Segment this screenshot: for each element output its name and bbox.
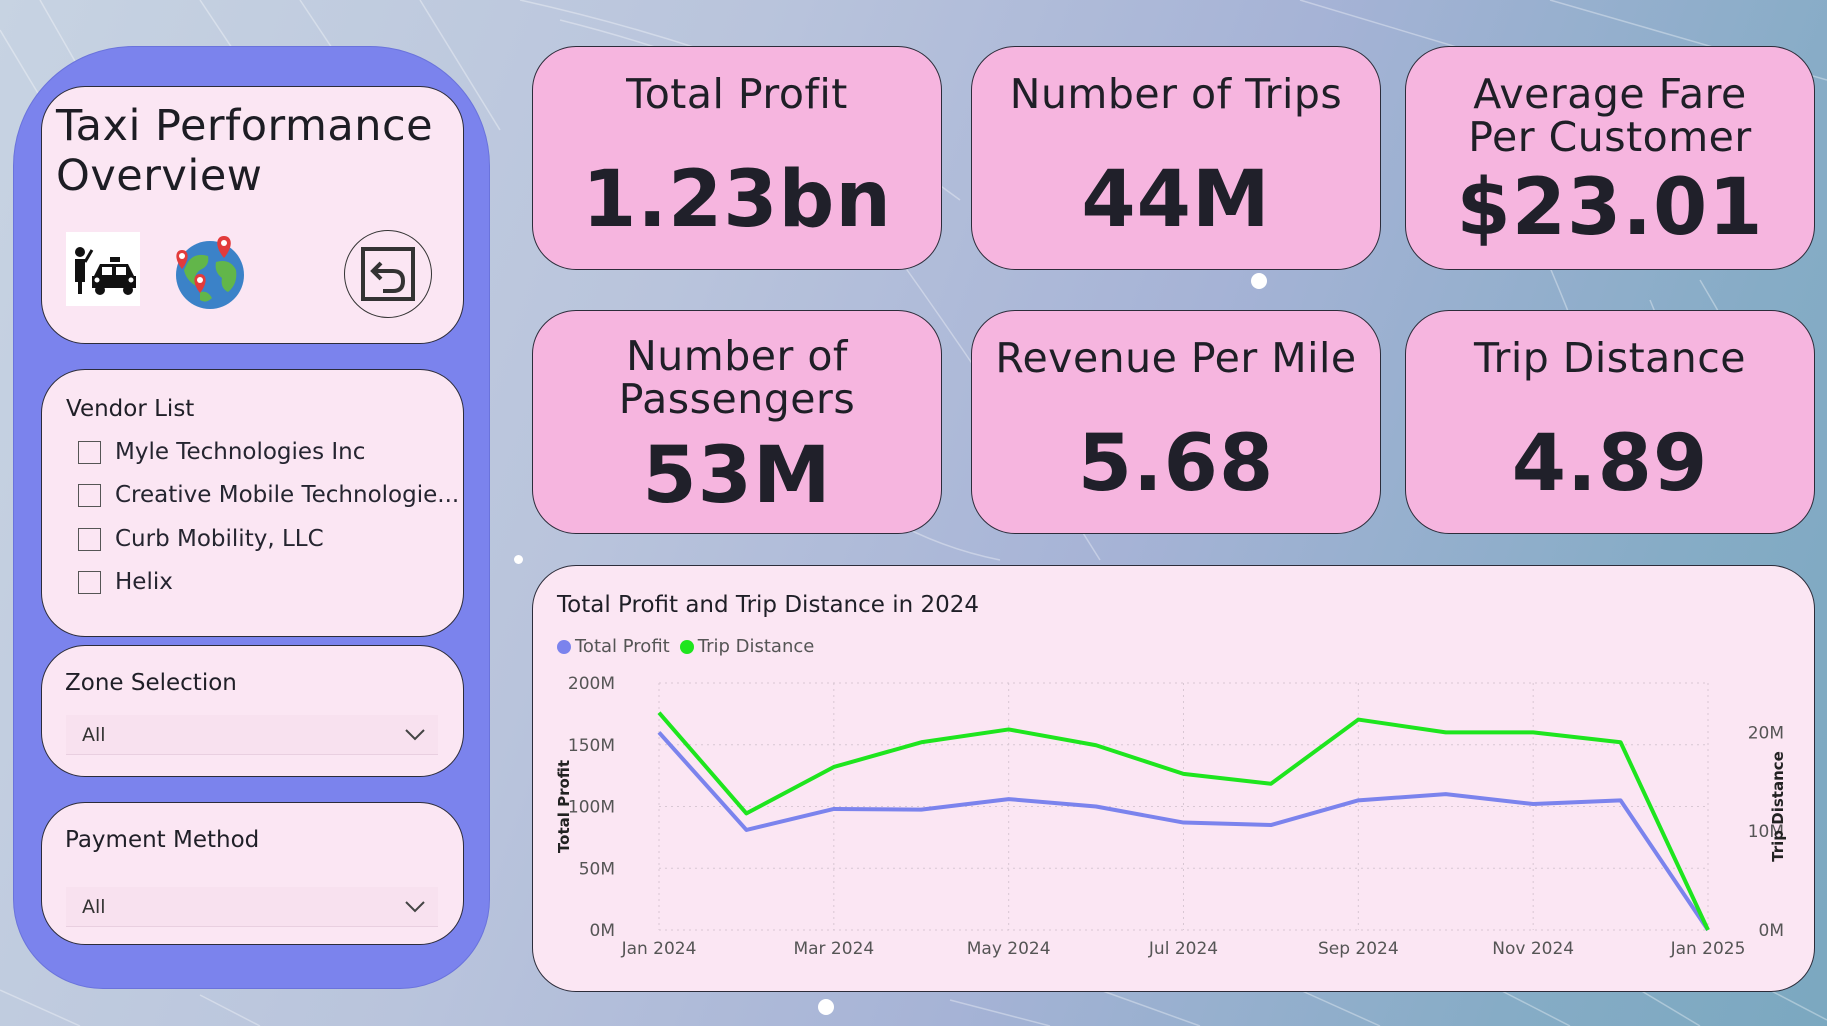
vendor-label: Curb Mobility, LLC (115, 526, 324, 552)
title-card: Taxi Performance Overview (41, 86, 464, 344)
globe-pins-icon[interactable] (170, 232, 250, 312)
checkbox[interactable] (78, 483, 101, 507)
y-tick-label: 100M (568, 798, 615, 818)
taxi-passenger-icon[interactable] (66, 232, 140, 306)
kpi-average-fare: Average Fare Per Customer $23.01 (1405, 46, 1815, 270)
vendor-option-curb[interactable]: Curb Mobility, LLC (78, 524, 324, 554)
x-tick-label: May 2024 (967, 939, 1051, 959)
payment-method-slicer: Payment Method All (41, 802, 464, 945)
y-tick-label: 150M (568, 736, 615, 756)
kpi-value: 53M (642, 431, 832, 521)
x-tick-label: Nov 2024 (1492, 939, 1574, 959)
x-tick-label: Jan 2024 (621, 939, 697, 959)
vendor-label: Creative Mobile Technologie... (115, 482, 460, 508)
zone-selection-slicer: Zone Selection All (41, 645, 464, 777)
checkbox[interactable] (78, 527, 101, 551)
dashboard-title: Taxi Performance Overview (56, 101, 434, 201)
y-tick-label: 200M (568, 674, 615, 694)
vendor-option-helix[interactable]: Helix (78, 567, 173, 597)
y2-axis-title: Trip Distance (1769, 751, 1787, 862)
payment-method-value: All (82, 895, 106, 918)
back-arrow-icon (361, 247, 415, 301)
kpi-label: Number of Trips (1009, 70, 1343, 118)
kpi-value: 1.23bn (582, 155, 892, 245)
y-tick-label: 0M (590, 921, 615, 941)
kpi-label: Average Fare Per Customer (1468, 70, 1752, 161)
chevron-down-icon (405, 900, 425, 912)
y2-tick-label: 20M (1748, 723, 1784, 743)
decoration-dot (1251, 273, 1267, 289)
zone-selection-value: All (82, 723, 106, 746)
chevron-down-icon (405, 728, 425, 740)
payment-method-dropdown[interactable]: All (66, 887, 438, 927)
y2-tick-label: 0M (1759, 921, 1784, 941)
kpi-value: 4.89 (1511, 419, 1709, 509)
kpi-label: Trip Distance (1473, 334, 1747, 382)
payment-method-title: Payment Method (65, 827, 260, 853)
decoration-dot (818, 999, 834, 1015)
zone-selection-dropdown[interactable]: All (66, 715, 438, 755)
vendor-list-title: Vendor List (66, 396, 195, 422)
y-tick-label: 50M (579, 859, 615, 879)
line-chart-card: Total Profit and Trip Distance in 2024 T… (532, 565, 1815, 992)
back-button[interactable] (344, 230, 432, 318)
vendor-option-myle[interactable]: Myle Technologies Inc (78, 437, 365, 467)
decoration-dot (514, 555, 523, 564)
kpi-trip-distance: Trip Distance 4.89 (1405, 310, 1815, 534)
kpi-value: $23.01 (1456, 163, 1764, 253)
kpi-value: 5.68 (1077, 419, 1275, 509)
zone-selection-title: Zone Selection (65, 670, 237, 696)
checkbox[interactable] (78, 570, 101, 594)
y-axis-title: Total Profit (555, 760, 573, 853)
vendor-label: Myle Technologies Inc (115, 439, 366, 465)
kpi-number-of-trips: Number of Trips 44M (971, 46, 1381, 270)
x-tick-label: Jul 2024 (1148, 939, 1218, 959)
kpi-label: Revenue Per Mile (995, 334, 1357, 382)
checkbox[interactable] (78, 440, 101, 464)
kpi-number-of-passengers: Number of Passengers 53M (532, 310, 942, 534)
line-chart: 0M 50M 100M 150M 200M Jan 2024 Mar 2024 May 202… (555, 674, 1787, 959)
kpi-total-profit: Total Profit 1.23bn (532, 46, 942, 270)
vendor-list-slicer: Vendor List Myle Technologies Inc Creati… (41, 369, 464, 637)
kpi-value: 44M (1081, 155, 1271, 245)
kpi-label: Number of Passengers (618, 332, 856, 423)
vendor-option-creative-mobile[interactable]: Creative Mobile Technologie... (78, 480, 459, 510)
x-tick-label: Sep 2024 (1318, 939, 1399, 959)
x-tick-label: Mar 2024 (793, 939, 874, 959)
vendor-label: Helix (115, 569, 173, 595)
kpi-label: Total Profit (626, 70, 848, 118)
kpi-revenue-per-mile: Revenue Per Mile 5.68 (971, 310, 1381, 534)
x-tick-label: Jan 2025 (1670, 939, 1746, 959)
